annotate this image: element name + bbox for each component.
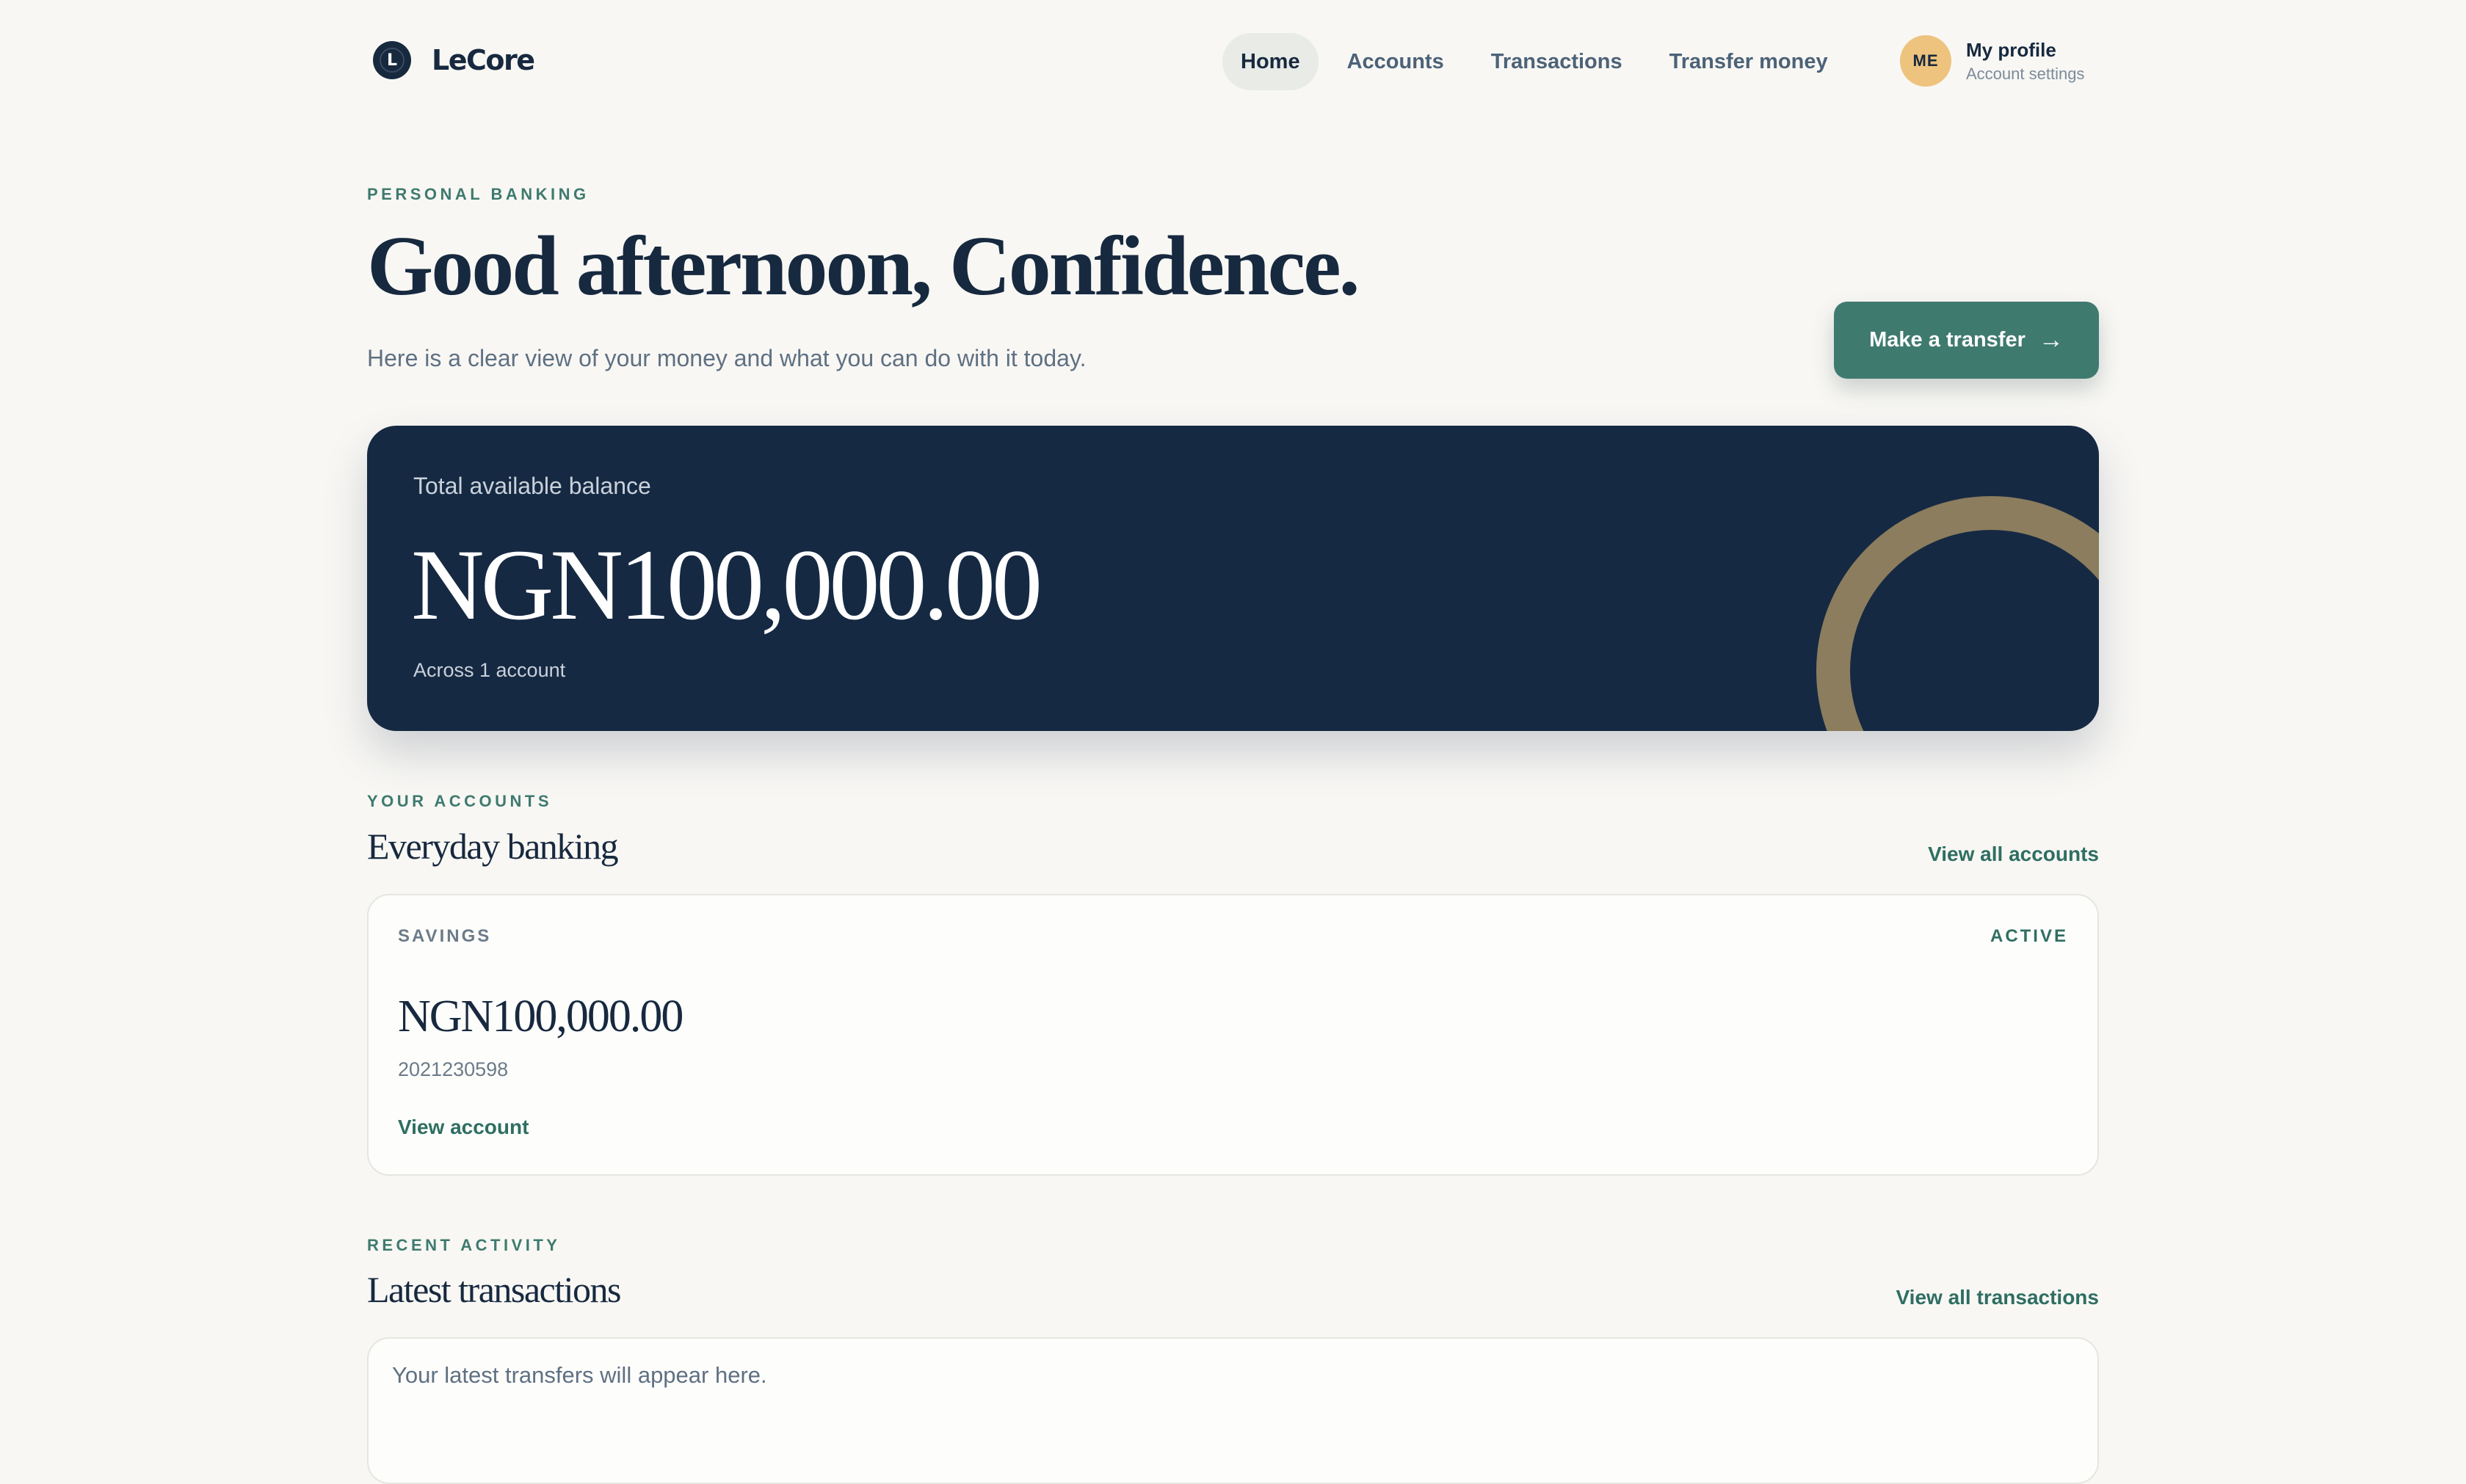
page-title: Good afternoon, Confidence. [367, 219, 1360, 313]
view-all-accounts-link[interactable]: View all accounts [1928, 843, 2099, 866]
balance-card: Total available balance NGN100,000.00 Ac… [367, 426, 2099, 731]
activity-eyebrow: RECENT ACTIVITY [367, 1236, 561, 1254]
account-balance: NGN100,000.00 [398, 992, 683, 1041]
logo-letter: L [386, 51, 398, 70]
balance-value: NGN100,000.00 [411, 528, 1042, 641]
balance-label: Total available balance [413, 473, 651, 499]
accounts-title: Everyday banking [367, 826, 619, 867]
logo-icon: L [373, 41, 411, 79]
view-all-transactions-link[interactable]: View all transactions [1896, 1286, 2100, 1309]
nav-accounts[interactable]: Accounts [1329, 33, 1462, 90]
nav-transfer-money[interactable]: Transfer money [1651, 33, 1846, 90]
page: L LeCore Home Accounts Transactions Tran… [367, 0, 2100, 1484]
accounts-eyebrow: YOUR ACCOUNTS [367, 792, 553, 810]
make-transfer-button[interactable]: Make a transfer → [1834, 302, 2099, 379]
transactions-title: Latest transactions [367, 1269, 622, 1310]
main-nav: Home Accounts Transactions Transfer mone… [1222, 33, 1857, 90]
profile-name: My profile [1966, 38, 2056, 61]
transactions-empty-message: Your latest transfers will appear here. [392, 1362, 767, 1388]
account-number: 2021230598 [398, 1058, 509, 1080]
balance-footnote: Across 1 account [413, 659, 566, 681]
status-badge: ACTIVE [1990, 926, 2068, 946]
make-transfer-label: Make a transfer [1869, 328, 2026, 352]
top-header: L LeCore Home Accounts Transactions Tran… [367, 29, 2099, 91]
profile-text: My profile Account settings [1966, 39, 2084, 84]
page-subtitle: Here is a clear view of your money and w… [367, 345, 1087, 371]
brand-name: LeCore [432, 44, 535, 76]
hero-eyebrow: PERSONAL BANKING [367, 185, 590, 203]
avatar: ME [1900, 35, 1951, 87]
decorative-ring-icon [1816, 496, 2099, 731]
arrow-right-icon: → [2038, 326, 2064, 354]
brand[interactable]: L LeCore [373, 41, 535, 79]
view-account-link[interactable]: View account [398, 1116, 529, 1139]
profile-menu[interactable]: ME My profile Account settings [1900, 35, 2084, 87]
profile-subtitle: Account settings [1966, 64, 2085, 83]
account-type: SAVINGS [398, 926, 492, 946]
nav-transactions[interactable]: Transactions [1473, 33, 1641, 90]
nav-home[interactable]: Home [1222, 33, 1319, 90]
account-card[interactable]: SAVINGS ACTIVE NGN100,000.00 2021230598 … [367, 894, 2099, 1176]
transactions-card: Your latest transfers will appear here. [367, 1337, 2099, 1484]
